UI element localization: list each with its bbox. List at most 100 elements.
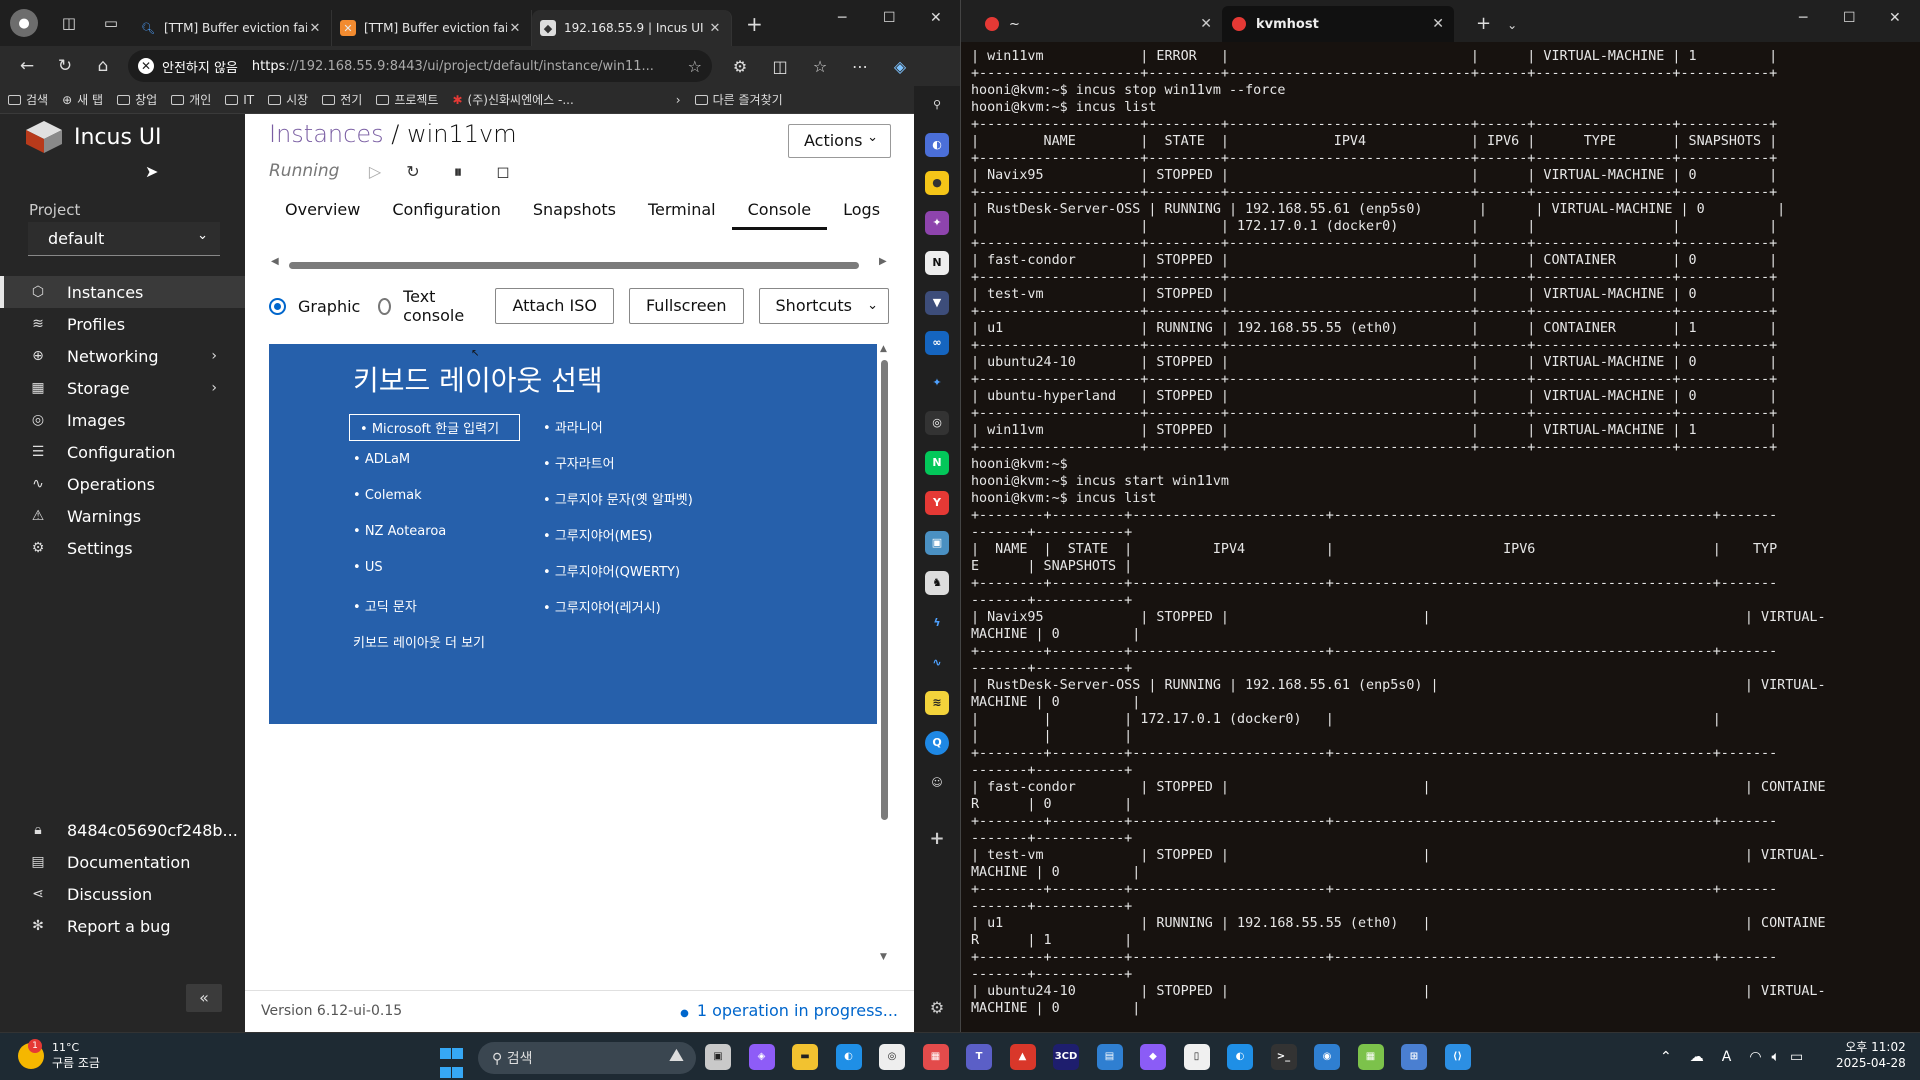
scroll-right-icon[interactable]: ▶ [879,256,887,267]
app-icon[interactable]: ▣ [925,531,949,555]
edge-dev-icon[interactable]: ◐ [1227,1044,1253,1070]
bookmark-item[interactable]: ✱ (주)신화씨엔에스 -... [452,91,573,108]
face-icon[interactable]: ☺ [925,771,949,795]
vscode-icon[interactable]: ⟨⟩ [1444,1044,1471,1070]
text-console-radio[interactable]: Text console [378,287,469,325]
chevron-up-icon[interactable]: ⌃ [1660,1049,1672,1065]
tab-terminal[interactable]: Terminal [632,190,732,230]
sidebar-item-warnings[interactable]: ⚠ Warnings [0,500,245,532]
scroll-left-icon[interactable]: ◀ [271,256,279,267]
vertical-scrollbar[interactable]: ▲ ▼ [877,344,891,964]
collapse-sidebar-button[interactable]: « [186,984,222,1012]
keyboard-layout-option[interactable]: • 그루지야어(레거시) [543,597,661,616]
tab-configuration[interactable]: Configuration [376,190,517,230]
bolt-icon[interactable]: ϟ [925,611,949,635]
start-button[interactable] [440,1045,464,1078]
browser-tab[interactable]: 🔍︎ [TTM] Buffer eviction failed ✕ [132,10,332,46]
wifi-icon[interactable]: ◠ [1749,1049,1761,1065]
sidebar-bottom-item[interactable]: ▤ Documentation [0,846,245,878]
keyboard-layout-option[interactable]: • 그루지야어(QWERTY) [543,561,680,580]
new-tab-icon[interactable]: + [1476,13,1491,34]
scroll-up-icon[interactable]: ▲ [880,344,887,354]
app-red-icon[interactable]: ▲ [1009,1044,1036,1070]
workspaces-icon[interactable]: ◫ [58,12,80,34]
app-purple-icon[interactable]: ◆ [1140,1044,1166,1070]
other-bookmarks[interactable]: 다른 즐겨찾기 [694,91,783,108]
photos-icon[interactable]: ▤ [1096,1044,1123,1070]
url-input[interactable]: ✕ 안전하지 않음 https://192.168.55.9:8443/ui/pr… [128,50,712,82]
start-icon[interactable]: ▷ [361,158,389,186]
keyboard-layout-option[interactable]: • US [353,560,383,575]
sidebar-item-settings[interactable]: ⚙ Settings [0,532,245,564]
clock[interactable]: 오후 11:02 2025-04-28 [1836,1039,1906,1071]
battery-icon[interactable]: ▭ [1790,1049,1803,1065]
vm-console-screen[interactable]: 키보드 레이아웃 선택 • Microsoft 한글 입력기 • ADLaM • C… [269,344,877,724]
sidebar-item-images[interactable]: ◎ Images [0,404,245,436]
scroll-down-icon[interactable]: ▼ [880,952,887,962]
close-tab-icon[interactable]: ✕ [707,21,723,36]
browser-tab-active[interactable]: ◆ 192.168.55.9 | Incus UI ✕ [532,10,732,46]
volume-icon[interactable]: 🔈︎ [1772,1049,1780,1065]
notepad-icon[interactable]: ▯ [1183,1044,1210,1070]
breadcrumb-instances-link[interactable]: Instances [269,120,384,148]
chatgpt-icon[interactable]: ◎ [925,411,949,435]
app-icon[interactable]: ✦ [925,211,949,235]
close-window-icon[interactable]: ✕ [930,10,942,26]
restart-icon[interactable]: ↻ [399,158,427,186]
bookmark-item[interactable]: 전기 [322,91,362,108]
sidebar-item-instances[interactable]: ⬡ Instances [0,276,245,308]
3cd-icon[interactable]: 3CD [1053,1044,1079,1070]
maximize-icon[interactable]: ☐ [1843,10,1856,26]
sidebar-bottom-item[interactable]: ⋖ Discussion [0,878,245,910]
sidebar-item-networking[interactable]: ⊕ Networking › [0,340,245,372]
sidebar-bottom-item[interactable]: 🔒︎ 8484c05690cf248b... [0,814,245,846]
outlook-icon[interactable]: ∞ [925,331,949,355]
close-tab-icon[interactable]: ✕ [307,21,323,36]
attach-iso-button[interactable]: Attach ISO [495,288,614,324]
file-explorer-icon[interactable]: ▣ [705,1044,731,1070]
ime-icon[interactable]: A [1722,1049,1732,1065]
back-icon[interactable]: ← [8,56,46,76]
add-icon[interactable]: + [925,827,949,851]
terminal-icon[interactable]: >_ [1270,1044,1297,1070]
terminal-tab[interactable]: ~ ✕ [975,6,1222,42]
refresh-icon[interactable]: ↻ [46,56,84,76]
sidebar-bottom-item[interactable]: ✻ Report a bug [0,910,245,942]
keep-icon[interactable]: ● [925,171,949,195]
youtube-icon[interactable]: Y [925,491,949,515]
keyboard-layout-option[interactable]: • 그루지야어(MES) [543,525,652,544]
operations-link[interactable]: ● 1 operation in progress... [680,1001,898,1020]
actions-button[interactable]: Actions ⌄ [788,124,891,158]
tab-actions-icon[interactable]: ▭ [100,12,122,34]
keyboard-layout-option[interactable]: • Microsoft 한글 입력기 [349,414,520,441]
sidebar-item-profiles[interactable]: ≋ Profiles [0,308,245,340]
security-warning[interactable]: ✕ 안전하지 않음 [138,57,238,76]
tab-overview[interactable]: Overview [269,190,376,230]
sidebar-item-configuration[interactable]: ☰ Configuration [0,436,245,468]
shortcuts-button[interactable]: Shortcuts ⌄ [758,288,889,324]
edge-icon[interactable]: ◐ [835,1044,862,1070]
bookmark-item[interactable]: IT [225,93,254,107]
keyboard-layout-option[interactable]: • NZ Aotearoa [353,524,446,539]
bookmark-item[interactable]: 시장 [268,91,308,108]
bookmarks-overflow-icon[interactable]: › [676,93,681,107]
keyboard-layout-option[interactable]: • 구자라트어 [543,453,615,472]
folder-icon[interactable]: ▬ [792,1044,818,1070]
bookmark-item[interactable]: 프로젝트 [376,91,438,108]
sidebar-item-storage[interactable]: ▦ Storage › [0,372,245,404]
close-tab-icon[interactable]: ✕ [1432,16,1444,32]
more-menu-icon[interactable]: ⋯ [840,57,880,76]
copilot-icon[interactable]: ◈ [880,57,920,76]
copilot-icon[interactable]: ◈ [748,1044,775,1070]
keyboard-layout-option[interactable]: • 그루지야 문자(옛 알파벳) [543,489,693,508]
close-tab-icon[interactable]: ✕ [1200,16,1212,32]
graphic-radio[interactable]: Graphic [269,297,360,316]
tab-logs[interactable]: Logs [827,190,896,230]
freeze-icon[interactable]: ⏸︎ [444,158,472,186]
sidebar-item-operations[interactable]: ∿ Operations [0,468,245,500]
close-tab-icon[interactable]: ✕ [507,21,523,36]
app-green-icon[interactable]: ▦ [1357,1044,1384,1070]
stop-icon[interactable]: ◻ [489,158,517,186]
extensions-icon[interactable]: ⚙︎ [720,57,760,76]
weather-widget[interactable]: 1 11°C 구름 조금 [18,1039,100,1071]
